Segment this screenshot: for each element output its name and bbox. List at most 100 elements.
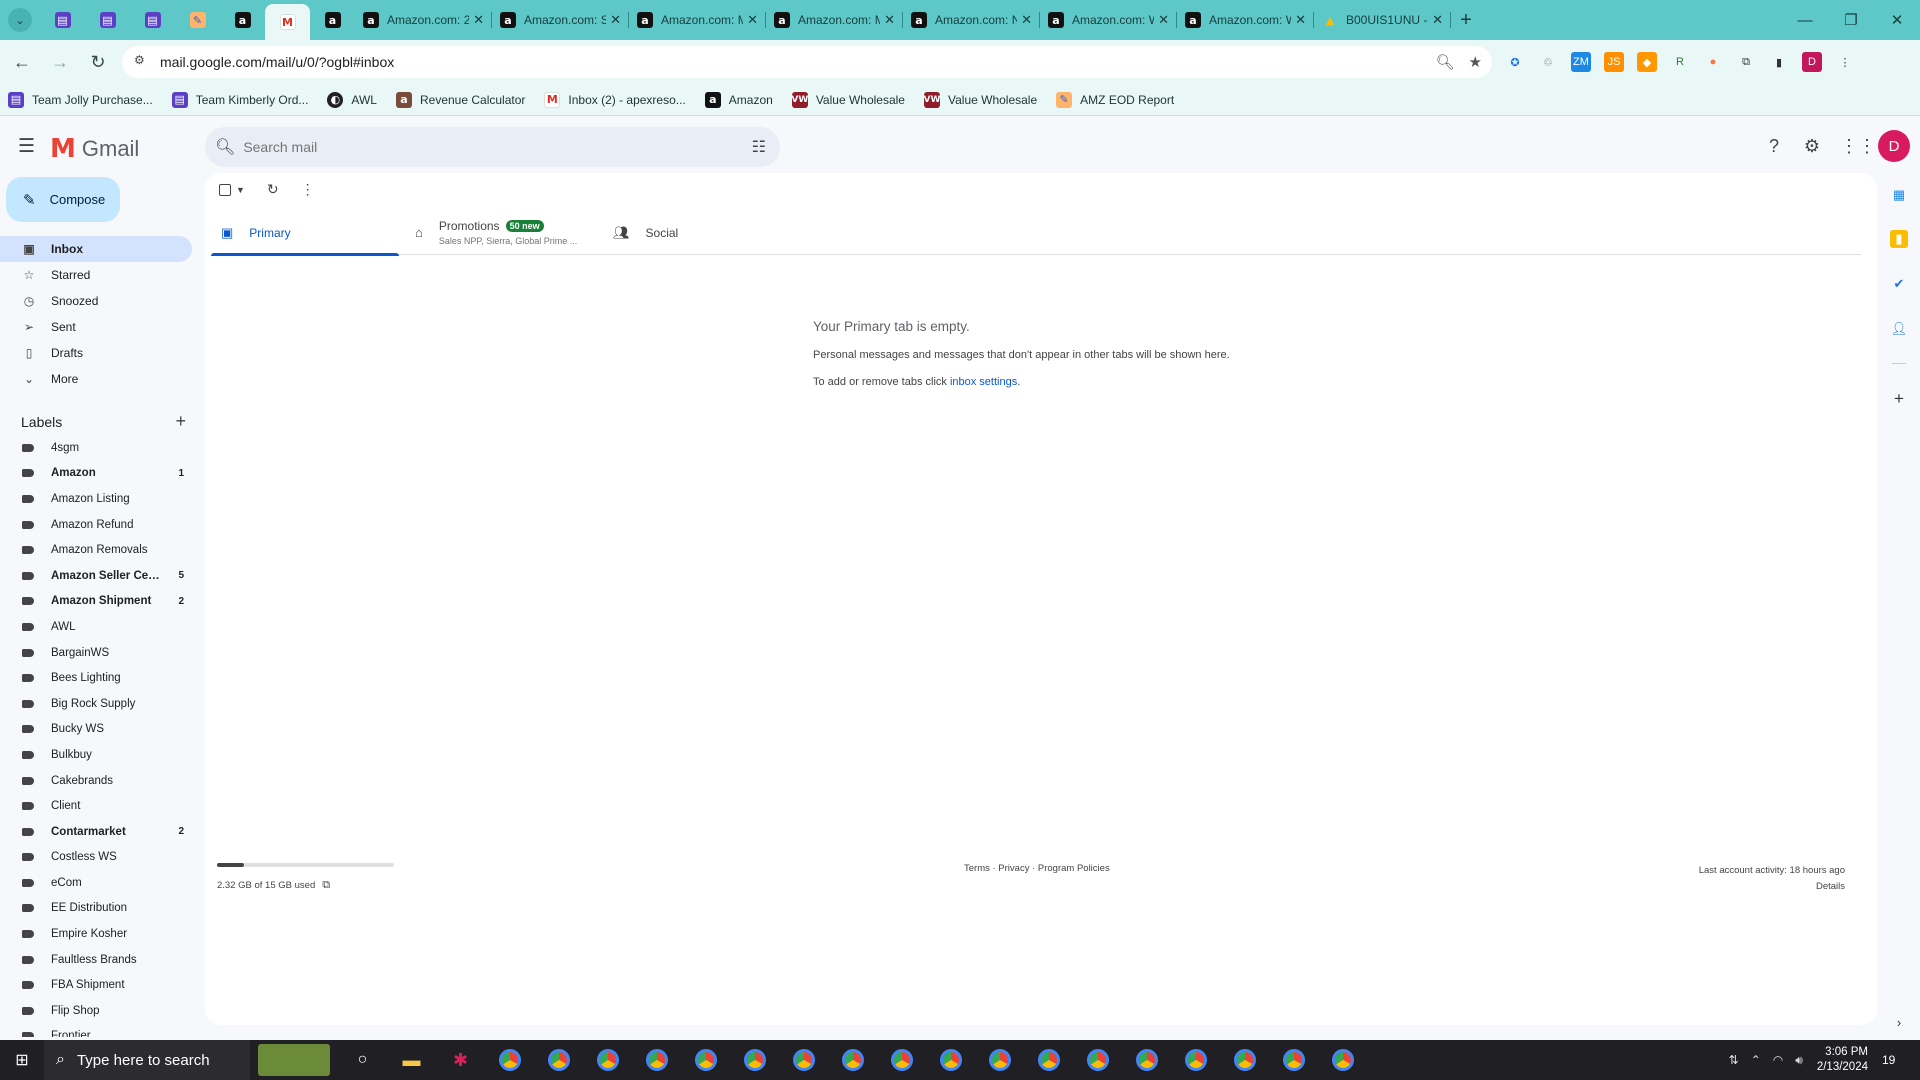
keep-icon[interactable]: ▮ [1890, 230, 1908, 248]
reload-icon[interactable]: ↻ [82, 46, 114, 78]
chrome-window-icon[interactable] [1122, 1040, 1171, 1080]
clock[interactable]: 3:06 PM 2/13/2024 [1817, 1045, 1868, 1075]
nav-item-more[interactable]: ⌄ More [0, 366, 192, 392]
nav-item-sent[interactable]: ➢ Sent [0, 314, 192, 340]
bookmark[interactable]: VW Value Wholesale [791, 91, 905, 108]
browser-tab[interactable]: a Amazon.com: San✕ [492, 4, 629, 36]
taskbar-search[interactable]: ⌕ Type here to search [44, 1040, 250, 1080]
bookmark[interactable]: ◐ AWL [327, 91, 377, 108]
pinned-tab[interactable]: ▤ [130, 4, 175, 36]
close-icon[interactable]: ✕ [1432, 12, 1443, 28]
chrome-window-icon[interactable] [828, 1040, 877, 1080]
search-icon[interactable]: 🔍︎ [215, 137, 235, 157]
bookmark[interactable]: ▤ Team Kimberly Ord... [171, 91, 308, 108]
calendar-icon[interactable]: ▦ [1890, 186, 1908, 204]
close-icon[interactable]: ✕ [1295, 12, 1306, 28]
wifi-icon[interactable]: ◠ [1773, 1053, 1783, 1068]
volume-icon[interactable]: 🔊︎ [1795, 1053, 1803, 1068]
restore-icon[interactable]: ❐ [1828, 0, 1874, 40]
chrome-window-icon[interactable] [1269, 1040, 1318, 1080]
chrome-window-icon[interactable] [975, 1040, 1024, 1080]
label-item[interactable]: Bucky WS [0, 717, 192, 743]
close-icon[interactable]: ✕ [473, 12, 484, 28]
chevron-up-icon[interactable]: ⌃ [1751, 1053, 1761, 1068]
nav-item-drafts[interactable]: ▯ Drafts [0, 340, 192, 366]
pinned-tab[interactable]: ✎ [175, 4, 220, 36]
forward-icon[interactable]: → [44, 46, 76, 78]
slack-icon[interactable]: ✱ [436, 1040, 485, 1080]
close-icon[interactable]: ✕ [1158, 12, 1169, 28]
chrome-window-icon[interactable] [534, 1040, 583, 1080]
details-link[interactable]: Details [1699, 879, 1845, 895]
puzzle-icon[interactable]: ⧉ [1736, 52, 1756, 72]
settings-gear-icon[interactable]: ⚙ [1802, 136, 1822, 157]
create-label-icon[interactable]: + [175, 411, 186, 432]
add-addon-icon[interactable]: + [1890, 389, 1908, 408]
label-item[interactable]: Cakebrands [0, 768, 192, 794]
chrome-window-icon[interactable] [632, 1040, 681, 1080]
label-item[interactable]: Amazon Listing [0, 486, 192, 512]
chrome-window-icon[interactable] [730, 1040, 779, 1080]
close-icon[interactable]: ✕ [1021, 12, 1032, 28]
chrome-window-icon[interactable] [485, 1040, 534, 1080]
close-window-icon[interactable]: ✕ [1874, 0, 1920, 40]
nav-item-inbox[interactable]: ▣ Inbox [0, 236, 192, 262]
tab-promotions[interactable]: ⌂ Promotions 50 new Sales NPP, Sierra, G… [399, 210, 603, 255]
browser-tab[interactable]: a Amazon.com: Wi ✕ [1040, 4, 1177, 36]
chrome-window-icon[interactable] [779, 1040, 828, 1080]
contacts-icon[interactable]: 👤︎ [1890, 320, 1908, 338]
bookmark[interactable]: a Amazon [704, 91, 773, 108]
minimize-icon[interactable]: — [1782, 0, 1828, 40]
windows-start-icon[interactable]: ⊞ [0, 1040, 44, 1080]
bookmark[interactable]: ✎ AMZ EOD Report [1056, 91, 1174, 108]
label-item[interactable]: Flip Shop [0, 998, 192, 1024]
zoom-icon[interactable]: 🔍︎ [1436, 53, 1455, 71]
label-item[interactable]: Amazon 1 [0, 461, 192, 487]
label-item[interactable]: FBA Shipment [0, 972, 192, 998]
pinned-tab[interactable]: ▤ [85, 4, 130, 36]
chrome-window-icon[interactable] [926, 1040, 975, 1080]
close-icon[interactable]: ✕ [747, 12, 758, 28]
select-all-checkbox[interactable]: ▼ [219, 183, 245, 196]
extension-icon[interactable]: ZM [1571, 52, 1591, 72]
label-item[interactable]: Amazon Refund [0, 512, 192, 538]
tab-primary[interactable]: ▣ Primary [211, 210, 399, 256]
kebab-menu-icon[interactable]: ⋮ [1835, 52, 1855, 72]
notifications-icon[interactable]: 19 [1882, 1053, 1912, 1067]
label-item[interactable]: Amazon Shipment 2 [0, 589, 192, 615]
side-panel-icon[interactable]: ▮ [1769, 52, 1789, 72]
label-item[interactable]: Faultless Brands [0, 947, 192, 973]
close-icon[interactable]: ✕ [610, 12, 621, 28]
label-item[interactable]: Bulkbuy [0, 742, 192, 768]
nav-item-starred[interactable]: ☆ Starred [0, 262, 192, 288]
chrome-window-icon[interactable] [1024, 1040, 1073, 1080]
site-info-icon[interactable]: ⚙ [134, 53, 152, 71]
main-menu-icon[interactable]: ☰ [18, 137, 38, 156]
tab-social[interactable]: 👥︎ Social [603, 210, 723, 255]
extension-icon[interactable]: ✪ [1505, 52, 1525, 72]
browser-tab[interactable]: a Amazon.com: Ny✕ [903, 4, 1040, 36]
label-item[interactable]: Client [0, 793, 192, 819]
search-options-icon[interactable]: ☷ [752, 137, 766, 157]
extension-icon[interactable]: ♲ [1538, 52, 1558, 72]
chrome-window-icon[interactable] [583, 1040, 632, 1080]
url-text[interactable]: mail.google.com/mail/u/0/?ogbl#inbox [160, 54, 394, 70]
profile-avatar[interactable]: D [1802, 52, 1822, 72]
refresh-icon[interactable]: ↻ [267, 181, 279, 198]
bookmark[interactable]: ▤ Team Jolly Purchase... [8, 91, 153, 108]
file-explorer-icon[interactable]: ▬ [387, 1040, 436, 1080]
tab-search-button[interactable]: ⌄ [8, 8, 32, 32]
browser-tab[interactable]: a Amazon.com: Ma✕ [766, 4, 903, 36]
label-item[interactable]: eCom [0, 870, 192, 896]
nav-item-snoozed[interactable]: ◷ Snoozed [0, 288, 192, 314]
chrome-window-icon[interactable] [1318, 1040, 1367, 1080]
label-item[interactable]: Bees Lighting [0, 665, 192, 691]
search-input[interactable] [243, 139, 724, 155]
label-item[interactable]: Amazon Seller Cen... 5 [0, 563, 192, 589]
chrome-window-icon[interactable] [877, 1040, 926, 1080]
label-item[interactable]: Amazon Removals [0, 537, 192, 563]
help-icon[interactable]: ? [1764, 136, 1784, 157]
inbox-settings-link[interactable]: inbox settings [950, 376, 1017, 388]
bookmark[interactable]: a Revenue Calculator [395, 91, 525, 108]
task-view-icon[interactable]: ○ [338, 1040, 387, 1080]
